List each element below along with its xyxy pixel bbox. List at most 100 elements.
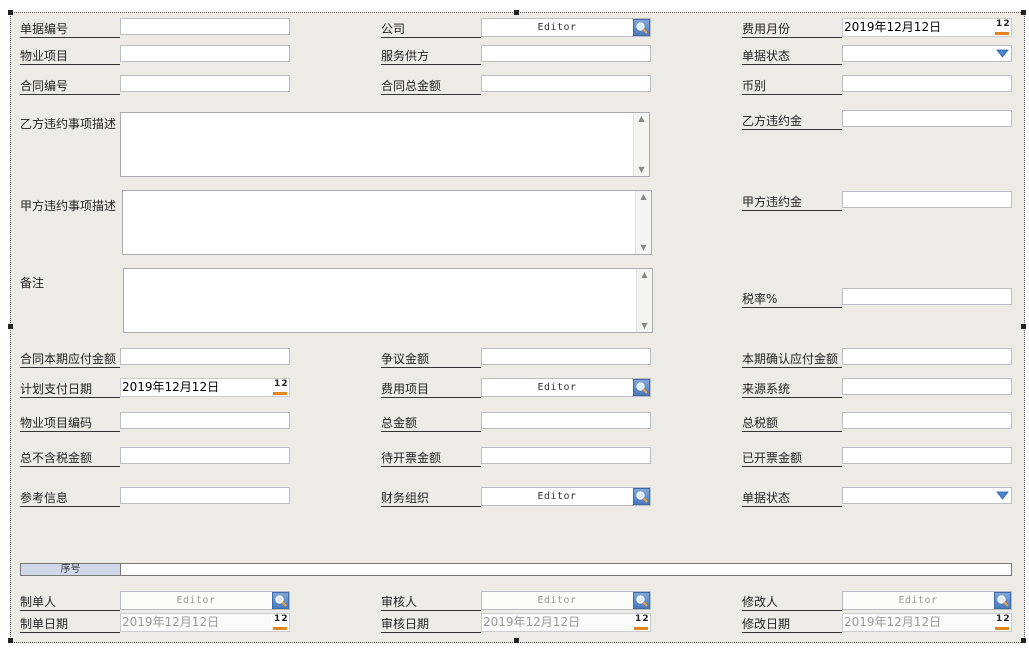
source-system-input[interactable]	[842, 378, 1012, 395]
total-excl-tax-input[interactable]	[120, 447, 290, 464]
creator-lookup-icon[interactable]	[272, 592, 289, 609]
modifier-lookup-icon[interactable]	[994, 592, 1011, 609]
detail-grid[interactable]: 序号	[20, 563, 1012, 576]
create-date[interactable]: 2019年12月12日 1 2	[120, 613, 290, 632]
creator-editor[interactable]: Editor	[120, 591, 290, 610]
scroll-up-arrow-icon[interactable]: ▲	[637, 269, 652, 281]
source-system-label: 来源系统	[742, 381, 842, 398]
contract-no-input[interactable]	[120, 75, 290, 92]
resize-handle-mr[interactable]	[1021, 324, 1026, 329]
status2-label: 单据状态	[742, 490, 842, 507]
total-tax-input[interactable]	[842, 412, 1012, 429]
expense-item-editor[interactable]: Editor	[481, 378, 651, 397]
expense-month-calendar-icon[interactable]: 1 2	[993, 19, 1011, 36]
plan-pay-calendar-icon[interactable]: 1 2	[271, 379, 289, 396]
total-amount-input[interactable]	[481, 412, 651, 429]
party-b-breach-label: 乙方违约事项描述	[20, 117, 117, 131]
create-date-calendar-icon[interactable]: 1 2	[271, 614, 289, 631]
property-code-input[interactable]	[120, 412, 290, 429]
expense-item-label: 费用项目	[381, 381, 481, 398]
confirmed-payable-input[interactable]	[842, 348, 1012, 365]
company-editor[interactable]: Editor	[481, 18, 651, 37]
review-date[interactable]: 2019年12月12日 1 2	[481, 613, 651, 632]
scroll-down-arrow-icon[interactable]: ▼	[634, 164, 649, 176]
party-b-breach-scrollbar[interactable]: ▲ ▼	[633, 113, 649, 176]
currency-input[interactable]	[842, 75, 1012, 92]
company-lookup-icon[interactable]	[633, 19, 650, 36]
party-b-breach-textarea[interactable]: ▲ ▼	[120, 112, 650, 177]
notes-scrollbar[interactable]: ▲ ▼	[636, 269, 652, 332]
party-a-breach-textarea[interactable]: ▲ ▼	[122, 190, 652, 255]
company-editor-text: Editor	[537, 22, 577, 33]
status2-select[interactable]	[842, 487, 1012, 504]
party-b-penalty-input[interactable]	[842, 110, 1012, 127]
reference-input[interactable]	[120, 487, 290, 504]
grid-column-seq[interactable]: 序号	[21, 564, 121, 575]
pending-invoice-label: 待开票金额	[381, 450, 481, 467]
scroll-down-arrow-icon[interactable]: ▼	[637, 320, 652, 332]
currency-label: 币别	[742, 78, 842, 95]
party-a-breach-label: 甲方违约事项描述	[20, 199, 117, 213]
resize-handle-tr[interactable]	[1021, 10, 1026, 15]
creator-editor-text: Editor	[176, 595, 216, 606]
resize-handle-tl[interactable]	[8, 10, 13, 15]
creator-label: 制单人	[20, 594, 120, 611]
period-payable-input[interactable]	[120, 348, 290, 365]
provider-label: 服务供方	[381, 48, 481, 65]
create-date-label: 制单日期	[20, 616, 120, 633]
invoiced-amount-input[interactable]	[842, 447, 1012, 464]
review-date-calendar-icon[interactable]: 1 2	[632, 614, 650, 631]
modifier-label: 修改人	[742, 594, 842, 611]
reviewer-label: 审核人	[381, 594, 481, 611]
scroll-up-arrow-icon[interactable]: ▲	[636, 191, 651, 203]
resize-handle-br[interactable]	[1021, 638, 1026, 643]
tax-rate-input[interactable]	[842, 288, 1012, 305]
expense-item-lookup-icon[interactable]	[633, 379, 650, 396]
expense-month-date[interactable]: 2019年12月12日 1 2	[842, 18, 1012, 37]
modify-date[interactable]: 2019年12月12日 1 2	[842, 613, 1012, 632]
review-date-text: 2019年12月12日	[483, 615, 581, 629]
doc-no-label: 单据编号	[20, 21, 120, 38]
contract-total-input[interactable]	[481, 75, 651, 92]
review-date-label: 审核日期	[381, 616, 481, 633]
property-code-label: 物业项目编码	[20, 415, 120, 432]
dispute-amount-input[interactable]	[481, 348, 651, 365]
party-b-penalty-label: 乙方违约金	[742, 113, 842, 130]
finance-org-label: 财务组织	[381, 490, 481, 507]
status-dropdown-icon[interactable]	[995, 47, 1010, 60]
modifier-editor[interactable]: Editor	[842, 591, 1012, 610]
plan-pay-date-label: 计划支付日期	[20, 381, 120, 398]
reviewer-lookup-icon[interactable]	[633, 592, 650, 609]
resize-handle-bl[interactable]	[8, 638, 13, 643]
finance-org-editor[interactable]: Editor	[481, 487, 651, 506]
modify-date-calendar-icon[interactable]: 1 2	[993, 614, 1011, 631]
modify-date-text: 2019年12月12日	[844, 615, 942, 629]
status-select[interactable]	[842, 45, 1012, 62]
contract-total-label: 合同总金额	[381, 78, 481, 95]
notes-label: 备注	[20, 276, 45, 290]
doc-no-input[interactable]	[120, 18, 290, 35]
property-label: 物业项目	[20, 48, 120, 65]
resize-handle-bm[interactable]	[514, 638, 519, 643]
dispute-amount-label: 争议金额	[381, 351, 481, 368]
create-date-text: 2019年12月12日	[122, 615, 220, 629]
expense-month-label: 费用月份	[742, 21, 842, 38]
plan-pay-date[interactable]: 2019年12月12日 1 2	[120, 378, 290, 397]
finance-org-lookup-icon[interactable]	[633, 488, 650, 505]
party-a-breach-scrollbar[interactable]: ▲ ▼	[635, 191, 651, 254]
property-input[interactable]	[120, 45, 290, 62]
scroll-down-arrow-icon[interactable]: ▼	[636, 242, 651, 254]
pending-invoice-input[interactable]	[481, 447, 651, 464]
provider-input[interactable]	[481, 45, 651, 62]
plan-pay-date-text: 2019年12月12日	[122, 380, 220, 394]
contract-no-label: 合同编号	[20, 78, 120, 95]
resize-handle-ml[interactable]	[8, 324, 13, 329]
party-a-penalty-input[interactable]	[842, 191, 1012, 208]
reviewer-editor[interactable]: Editor	[481, 591, 651, 610]
scroll-up-arrow-icon[interactable]: ▲	[634, 113, 649, 125]
resize-handle-tm[interactable]	[514, 10, 519, 15]
expense-item-editor-text: Editor	[537, 382, 577, 393]
status2-dropdown-icon[interactable]	[995, 489, 1010, 502]
total-tax-label: 总税额	[742, 415, 842, 432]
notes-textarea[interactable]: ▲ ▼	[123, 268, 653, 333]
